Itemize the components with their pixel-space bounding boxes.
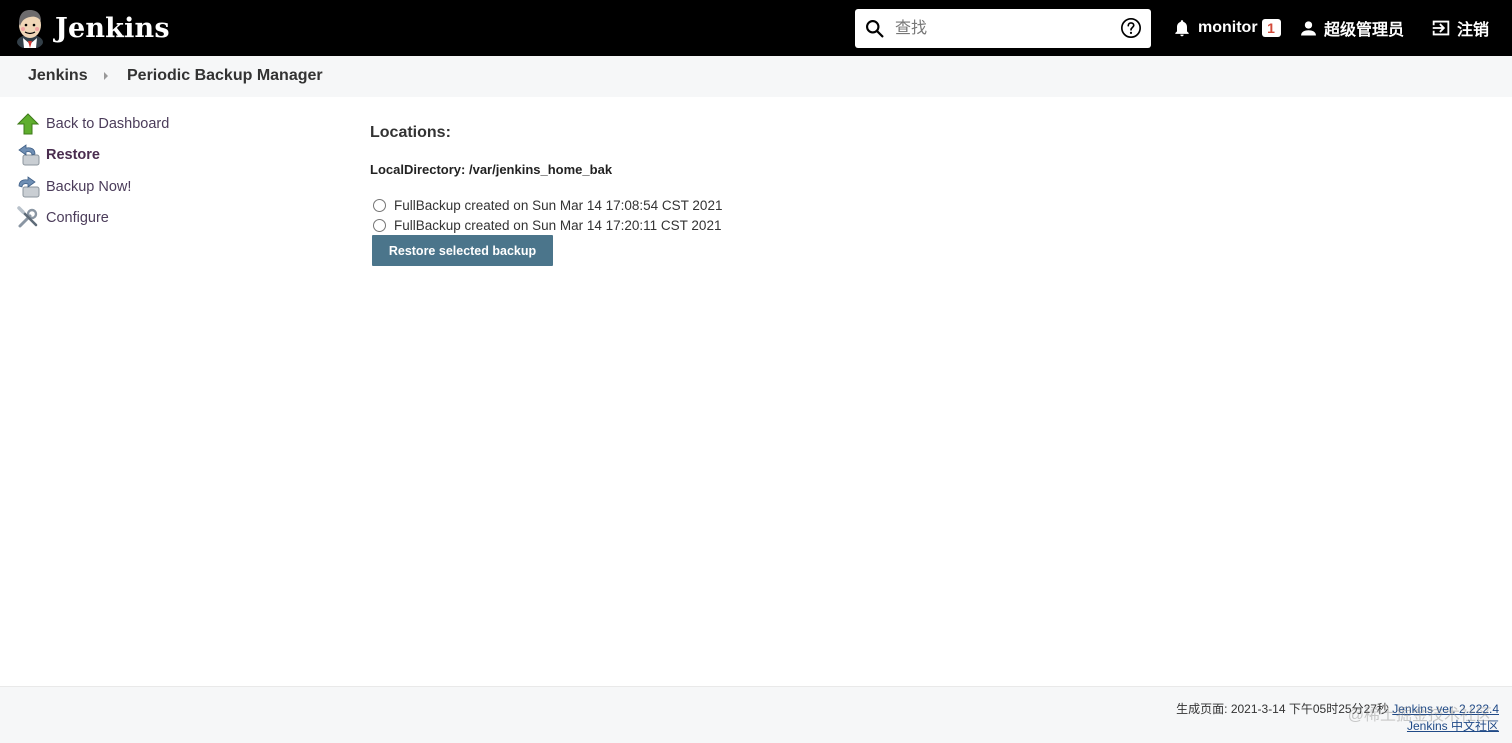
breadcrumb-item-jenkins[interactable]: Jenkins [28,56,88,97]
jenkins-community-link[interactable]: Jenkins 中文社区 [1407,719,1499,733]
notifications-label: monitor [1198,19,1258,36]
search-icon [866,20,884,38]
backup-icon [18,176,40,198]
user-name: 超级管理员 [1324,22,1405,39]
top-header: Jenkins monitor 1 超级管理员 注销 [0,0,1512,56]
locations-heading: Locations: [370,124,451,141]
jenkins-version-link[interactable]: Jenkins ver. 2.222.4 [1392,702,1499,716]
sidebar-item-restore[interactable]: Restore [16,142,100,168]
help-icon[interactable] [1120,17,1142,39]
breadcrumb: Jenkins Periodic Backup Manager [0,56,1512,97]
backup-radio[interactable] [373,218,386,232]
sidebar-item-backup-now[interactable]: Backup Now! [16,174,131,200]
breadcrumb-item-periodic-backup-manager[interactable]: Periodic Backup Manager [127,56,323,97]
backup-option-row[interactable]: FullBackup created on Sun Mar 14 17:20:1… [373,216,721,234]
user-menu[interactable]: 超级管理员 [1298,0,1404,56]
local-directory-label: LocalDirectory: /var/jenkins_home_bak [370,162,613,177]
jenkins-logo-text: Jenkins [55,12,170,44]
notifications-badge: 1 [1261,19,1281,37]
logout-label: 注销 [1457,22,1490,39]
sidebar-item-label: Configure [46,210,109,226]
backup-radio[interactable] [373,198,386,212]
logout-icon [1432,20,1450,36]
page-footer: 生成页面: 2021-3-14 下午05时25分27秒 Jenkins ver.… [0,686,1512,743]
jenkins-home-link[interactable]: Jenkins [14,8,170,48]
bell-icon [1175,20,1189,37]
jenkins-butler-logo [17,10,43,48]
backup-option-label[interactable]: FullBackup created on Sun Mar 14 17:20:1… [394,218,721,233]
sidebar-item-label: Back to Dashboard [46,116,170,132]
search-input[interactable] [895,15,1105,42]
sidebar-item-back-to-dashboard[interactable]: Back to Dashboard [16,111,169,137]
backup-option-row[interactable]: FullBackup created on Sun Mar 14 17:08:5… [373,196,722,214]
footer-info: 生成页面: 2021-3-14 下午05时25分27秒 Jenkins ver.… [1176,700,1499,717]
search-box [855,9,1151,48]
backup-option-label[interactable]: FullBackup created on Sun Mar 14 17:08:5… [394,198,722,213]
sidebar-item-label: Backup Now! [46,179,132,195]
sidebar-item-configure[interactable]: Configure [16,205,109,231]
breadcrumb-chevron-icon [104,72,108,80]
user-icon [1301,20,1316,35]
page-generated-time: 生成页面: 2021-3-14 下午05时25分27秒 [1176,702,1389,716]
footer-community: Jenkins 中文社区 [1407,717,1499,734]
restore-selected-backup-button[interactable]: Restore selected backup [372,235,553,266]
restore-icon [18,144,40,166]
logout-button[interactable]: 注销 [1430,0,1489,56]
up-arrow-icon [16,113,40,135]
sidebar-item-label: Restore [46,147,100,163]
configure-icon [17,206,38,228]
notifications-button[interactable]: monitor 1 [1172,0,1281,56]
